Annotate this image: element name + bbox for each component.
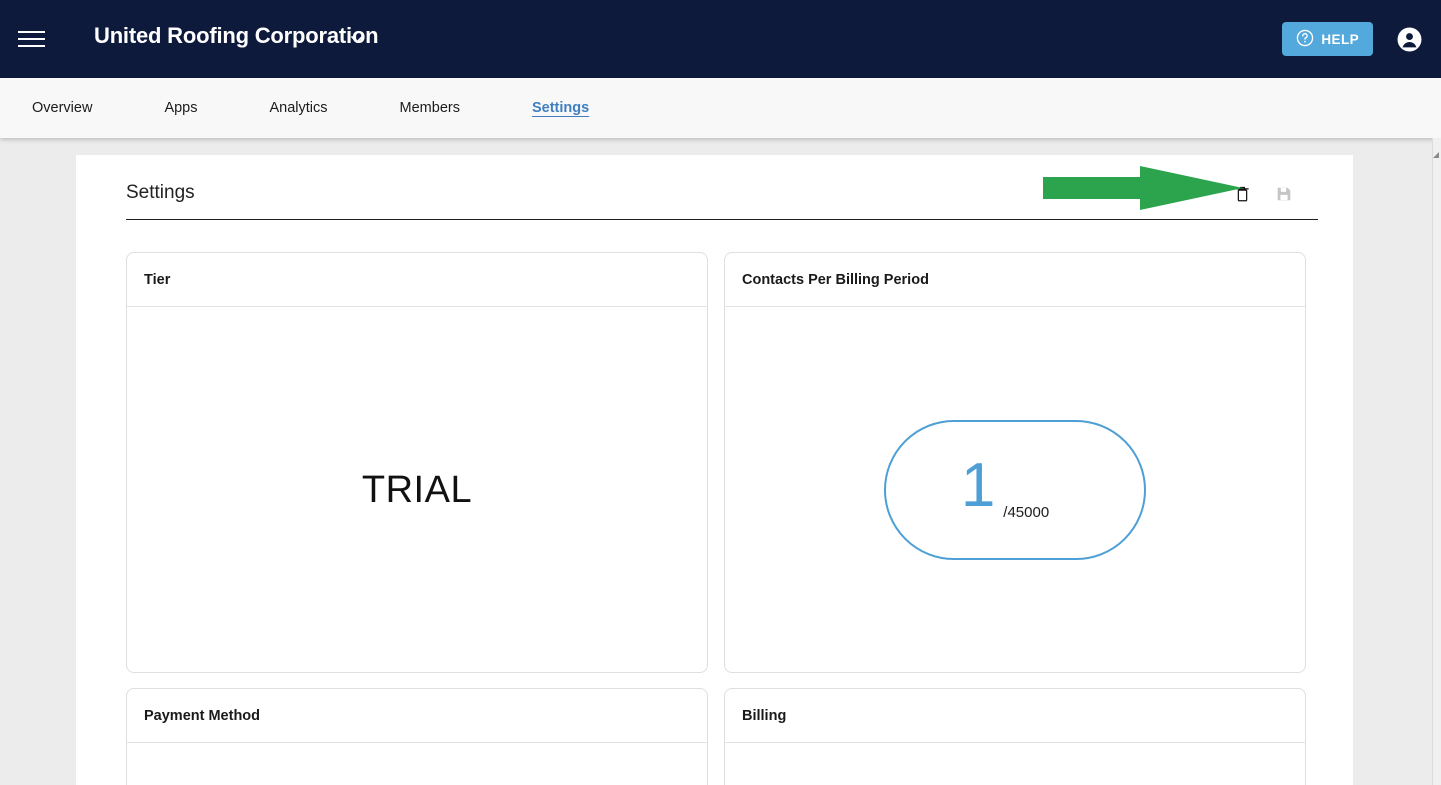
card-billing: Billing bbox=[724, 688, 1306, 785]
card-tier: Tier TRIAL bbox=[126, 252, 708, 673]
nav-tab-overview[interactable]: Overview bbox=[16, 100, 108, 116]
card-contacts-body: 1 /45000 bbox=[725, 308, 1305, 672]
account-circle-icon[interactable] bbox=[1397, 27, 1422, 52]
card-tier-title: Tier bbox=[144, 271, 171, 288]
contacts-used-value: 1 bbox=[960, 451, 996, 520]
primary-nav-bar: Overview Apps Analytics Members Settings bbox=[0, 78, 1441, 138]
card-payment-header: Payment Method bbox=[127, 689, 707, 743]
section-header: Settings bbox=[126, 175, 1318, 220]
card-payment-body bbox=[127, 744, 707, 785]
organization-title: United Roofing Corporation bbox=[94, 23, 379, 48]
nav-tab-settings[interactable]: Settings bbox=[516, 100, 605, 116]
save-disk-icon bbox=[1275, 187, 1293, 206]
card-contacts-title: Contacts Per Billing Period bbox=[742, 271, 929, 288]
card-payment-title: Payment Method bbox=[144, 707, 261, 724]
card-billing-header: Billing bbox=[725, 689, 1305, 743]
scroll-up-arrow-icon[interactable] bbox=[1432, 146, 1440, 158]
nav-tab-apps[interactable]: Apps bbox=[148, 100, 213, 116]
trash-icon bbox=[1234, 186, 1251, 207]
hamburger-menu-icon[interactable] bbox=[18, 26, 45, 52]
hamburger-bar bbox=[18, 45, 45, 47]
card-contacts-per-billing-period: Contacts Per Billing Period 1 /45000 bbox=[724, 252, 1306, 673]
page-title: Settings bbox=[126, 182, 195, 203]
app-header: United Roofing Corporation HELP bbox=[0, 0, 1441, 78]
page-body: Settings Tier TRIAL Contacts Per Billing… bbox=[0, 138, 1433, 785]
header-action-group bbox=[1232, 184, 1294, 206]
question-circle-icon bbox=[1296, 29, 1314, 50]
tier-value: TRIAL bbox=[361, 468, 473, 511]
help-button[interactable]: HELP bbox=[1282, 22, 1373, 56]
nav-tab-list: Overview Apps Analytics Members Settings bbox=[0, 78, 605, 138]
contacts-usage-gauge: 1 /45000 bbox=[884, 420, 1146, 560]
card-tier-body: TRIAL bbox=[127, 308, 707, 672]
contacts-total-value: /45000 bbox=[1003, 503, 1050, 521]
hamburger-bar bbox=[18, 31, 45, 33]
card-billing-title: Billing bbox=[742, 707, 787, 724]
help-button-label: HELP bbox=[1321, 31, 1359, 47]
card-billing-body bbox=[725, 744, 1305, 785]
save-button[interactable] bbox=[1274, 184, 1294, 206]
vertical-scrollbar[interactable] bbox=[1432, 138, 1441, 785]
delete-button[interactable] bbox=[1232, 184, 1252, 206]
nav-tab-members[interactable]: Members bbox=[384, 100, 476, 116]
nav-tab-analytics[interactable]: Analytics bbox=[254, 100, 344, 116]
hamburger-bar bbox=[18, 38, 45, 40]
chevron-down-icon[interactable] bbox=[348, 30, 366, 48]
card-contacts-header: Contacts Per Billing Period bbox=[725, 253, 1305, 307]
card-tier-header: Tier bbox=[127, 253, 707, 307]
card-payment-method: Payment Method bbox=[126, 688, 708, 785]
settings-content-panel: Settings Tier TRIAL Contacts Per Billing… bbox=[76, 155, 1353, 785]
